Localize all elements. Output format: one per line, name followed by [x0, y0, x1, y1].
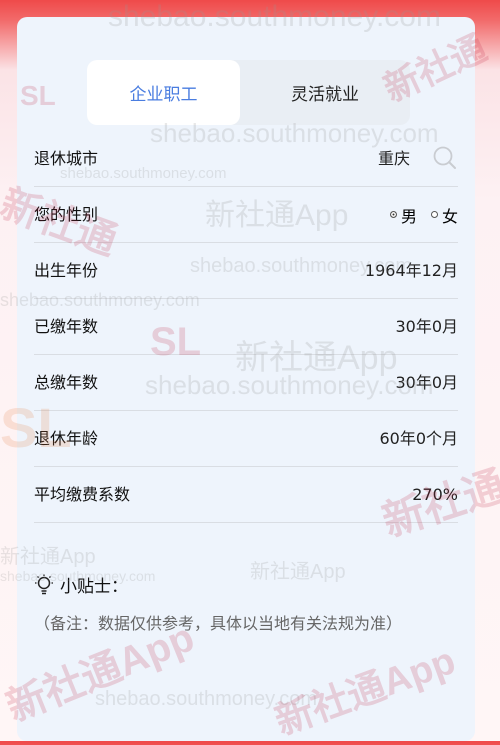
retire-city-row[interactable]: 退休城市 重庆: [34, 131, 458, 187]
employment-type-tabs: 企业职工 灵活就业: [87, 60, 410, 125]
gender-male-radio[interactable]: 男: [389, 203, 417, 227]
tab-flexible-employment[interactable]: 灵活就业: [240, 60, 410, 125]
tip-title: 小贴士：: [60, 577, 128, 597]
calculator-card: 企业职工 灵活就业 退休城市 重庆 您的性别 男 女 出生年份 1964年12月…: [17, 17, 475, 741]
total-years-row[interactable]: 总缴年数 30年0月: [34, 355, 458, 411]
tab-enterprise-employee[interactable]: 企业职工: [87, 60, 240, 125]
retire-city-value[interactable]: 重庆: [378, 131, 410, 186]
gender-radio-group: 男 女: [389, 187, 458, 242]
gender-label: 您的性别: [34, 205, 99, 224]
tip-heading: 小贴士：: [34, 572, 128, 597]
retire-age-label: 退休年龄: [34, 429, 99, 448]
total-years-value[interactable]: 30年0月: [395, 355, 458, 410]
retire-city-label: 退休城市: [34, 149, 99, 168]
paid-years-label: 已缴年数: [34, 317, 99, 336]
gender-female-label: 女: [441, 206, 458, 226]
birth-year-row[interactable]: 出生年份 1964年12月: [34, 243, 458, 299]
birth-year-value[interactable]: 1964年12月: [365, 243, 458, 298]
coefficient-row[interactable]: 平均缴费系数 270%: [34, 467, 458, 523]
coefficient-label: 平均缴费系数: [34, 485, 131, 504]
gender-male-label: 男: [400, 206, 417, 226]
total-years-label: 总缴年数: [34, 373, 99, 392]
retire-age-row[interactable]: 退休年龄 60年0个月: [34, 411, 458, 467]
lightbulb-icon: [35, 574, 53, 594]
gender-row: 您的性别 男 女: [34, 187, 458, 243]
birth-year-label: 出生年份: [34, 261, 99, 280]
paid-years-value[interactable]: 30年0月: [395, 299, 458, 354]
paid-years-row[interactable]: 已缴年数 30年0月: [34, 299, 458, 355]
gender-female-radio[interactable]: 女: [430, 203, 458, 227]
retire-age-value[interactable]: 60年0个月: [379, 411, 458, 466]
coefficient-value[interactable]: 270%: [412, 467, 458, 522]
disclaimer-note: （备注：数据仅供参考，具体以当地有关法规为准）: [34, 614, 403, 633]
radio-unchecked-icon: [430, 211, 438, 218]
radio-checked-icon: [389, 211, 397, 218]
search-icon[interactable]: [432, 145, 458, 171]
